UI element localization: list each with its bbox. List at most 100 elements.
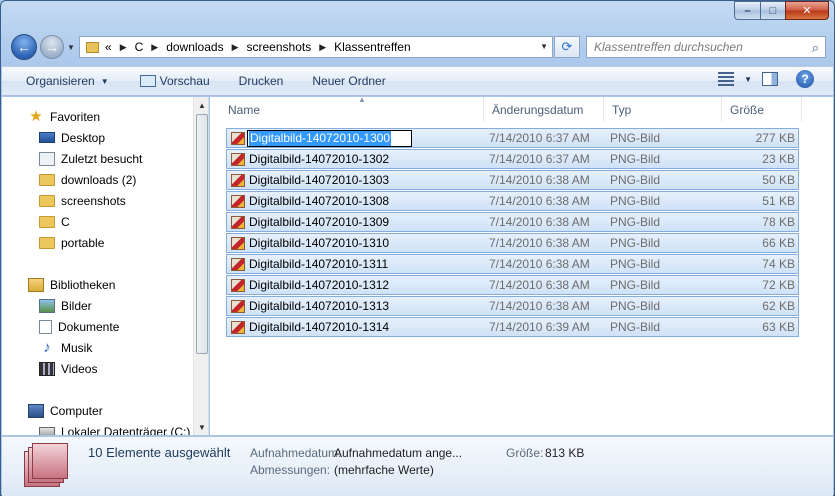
address-bar[interactable]: « ▶ C ▶ downloads ▶ screenshots ▶ Klasse…: [79, 36, 553, 58]
nav-item-pictures[interactable]: Bilder: [39, 295, 92, 316]
file-row[interactable]: Digitalbild-14072010-1312 7/14/2010 6:38…: [226, 275, 799, 295]
file-date: 7/14/2010 6:38 AM: [489, 278, 590, 292]
chevron-right-icon[interactable]: ▶: [319, 42, 326, 53]
nav-item-label: Lokaler Datenträger (C:): [61, 424, 191, 436]
breadcrumb-screenshots[interactable]: screenshots: [247, 40, 312, 54]
chevron-right-icon[interactable]: ▶: [120, 42, 127, 53]
view-options-icon[interactable]: [718, 72, 735, 86]
search-input[interactable]: Klassentreffen durchsuchen ⌕: [586, 36, 826, 58]
file-row[interactable]: Digitalbild-14072010-1309 7/14/2010 6:38…: [226, 212, 799, 232]
file-row[interactable]: Digitalbild-14072010-1303 7/14/2010 6:38…: [226, 170, 799, 190]
organize-label: Organisieren: [26, 74, 95, 88]
nav-item-local-disk[interactable]: Lokaler Datenträger (C:): [39, 421, 190, 435]
nav-item-videos[interactable]: Videos: [39, 358, 97, 379]
column-size-label: Größe: [730, 102, 765, 117]
nav-libraries[interactable]: Bibliotheken: [28, 274, 115, 295]
chevron-right-icon[interactable]: ▶: [151, 42, 158, 53]
file-size: 277 KB: [755, 131, 795, 145]
file-row[interactable]: Digitalbild-14072010-1300 7/14/2010 6:37…: [226, 128, 799, 148]
nav-favorites[interactable]: ★ Favoriten: [28, 106, 100, 127]
file-type: PNG-Bild: [610, 215, 661, 229]
file-type: PNG-Bild: [610, 236, 661, 250]
help-icon[interactable]: ?: [796, 70, 814, 88]
chevron-right-icon[interactable]: ▶: [232, 42, 239, 53]
column-header-size[interactable]: Größe: [722, 97, 802, 122]
nav-item-desktop[interactable]: Desktop: [39, 127, 105, 148]
nav-item-music[interactable]: ♪ Musik: [39, 337, 92, 358]
new-folder-label: Neuer Ordner: [312, 74, 386, 88]
file-name: Digitalbild-14072010-1309: [249, 215, 390, 229]
preview-button[interactable]: Vorschau: [118, 70, 219, 92]
column-header-date[interactable]: Änderungsdatum: [484, 97, 604, 122]
folder-icon: [39, 194, 55, 207]
file-row[interactable]: Digitalbild-14072010-1311 7/14/2010 6:38…: [226, 254, 799, 274]
column-header-name[interactable]: Name ▲: [220, 97, 484, 122]
file-size: 23 KB: [762, 152, 795, 166]
column-date-label: Änderungsdatum: [492, 102, 584, 117]
music-note-icon: ♪: [43, 338, 51, 356]
nav-item-recent[interactable]: Zuletzt besucht: [39, 148, 142, 169]
print-button[interactable]: Drucken: [219, 70, 293, 92]
file-size: 50 KB: [762, 173, 795, 187]
file-row[interactable]: Digitalbild-14072010-1313 7/14/2010 6:38…: [226, 296, 799, 316]
dimensions-label: Abmessungen:: [250, 463, 331, 477]
view-dropdown-icon[interactable]: ▼: [744, 75, 752, 84]
nav-item-label: Videos: [61, 361, 98, 376]
file-date: 7/14/2010 6:38 AM: [489, 257, 590, 271]
column-name-label: Name: [228, 102, 261, 117]
file-size: 51 KB: [762, 194, 795, 208]
file-list: Name ▲ Änderungsdatum Typ Größe Digitalb…: [210, 97, 833, 435]
nav-item-downloads[interactable]: downloads (2): [39, 169, 136, 190]
back-button[interactable]: ←: [11, 34, 37, 60]
nav-item-c[interactable]: C: [39, 211, 70, 232]
file-date: 7/14/2010 6:38 AM: [489, 173, 590, 187]
address-dropdown-icon[interactable]: ▼: [540, 42, 548, 51]
file-name: Digitalbild-14072010-1313: [249, 299, 390, 313]
nav-item-portable[interactable]: portable: [39, 232, 104, 253]
star-icon: ★: [29, 107, 43, 125]
maximize-button[interactable]: □: [760, 1, 785, 20]
organize-button[interactable]: Organisieren ▼: [2, 70, 118, 92]
file-size: 74 KB: [762, 257, 795, 271]
preview-pane-icon[interactable]: [762, 72, 778, 86]
breadcrumb-downloads[interactable]: downloads: [166, 40, 223, 54]
command-bar: Organisieren ▼ Vorschau Drucken Neuer Or…: [2, 66, 833, 96]
explorer-window: – □ ✕ ← → ▼ « ▶ C ▶ downloads ▶ screensh…: [0, 0, 835, 496]
scroll-up-icon[interactable]: ▲: [194, 97, 208, 113]
recent-places-icon: [39, 151, 55, 166]
date-taken-value[interactable]: Aufnahmedatum ange...: [334, 446, 462, 460]
minimize-button[interactable]: –: [734, 1, 760, 20]
file-row[interactable]: Digitalbild-14072010-1310 7/14/2010 6:38…: [226, 233, 799, 253]
navigation-pane: ★ Favoriten Desktop Zuletzt besucht down…: [2, 97, 209, 435]
file-row[interactable]: Digitalbild-14072010-1308 7/14/2010 6:38…: [226, 191, 799, 211]
address-row: ← → ▼ « ▶ C ▶ downloads ▶ screenshots ▶ …: [1, 32, 834, 62]
nav-item-label: Musik: [61, 340, 93, 355]
recent-pages-dropdown[interactable]: ▼: [67, 43, 75, 52]
breadcrumb-klassentreffen[interactable]: Klassentreffen: [334, 40, 411, 54]
hard-drive-icon: [39, 427, 55, 435]
breadcrumb-overflow[interactable]: «: [105, 40, 112, 54]
scrollbar-thumb[interactable]: [196, 114, 208, 354]
nav-item-screenshots[interactable]: screenshots: [39, 190, 126, 211]
file-name: Digitalbild-14072010-1310: [249, 236, 390, 250]
refresh-button[interactable]: ⟳: [554, 36, 580, 58]
close-button[interactable]: ✕: [785, 1, 829, 20]
search-icon[interactable]: ⌕: [812, 40, 819, 56]
nav-item-label: C: [61, 214, 70, 229]
nav-item-documents[interactable]: Dokumente: [39, 316, 119, 337]
new-folder-button[interactable]: Neuer Ordner: [292, 70, 394, 92]
details-pane: 10 Elemente ausgewählt Aufnahmedatum: Au…: [2, 436, 833, 496]
toolbar-right: ▼ ?: [718, 70, 833, 88]
scroll-down-icon[interactable]: ▼: [194, 419, 208, 435]
nav-scrollbar[interactable]: ▲ ▼: [193, 97, 208, 435]
breadcrumb-c[interactable]: C: [135, 40, 144, 54]
file-row[interactable]: Digitalbild-14072010-1314 7/14/2010 6:39…: [226, 317, 799, 337]
file-size: 63 KB: [762, 320, 795, 334]
png-image-icon: [231, 216, 245, 229]
file-size: 72 KB: [762, 278, 795, 292]
column-header-type[interactable]: Typ: [604, 97, 722, 122]
file-row[interactable]: Digitalbild-14072010-1302 7/14/2010 6:37…: [226, 149, 799, 169]
nav-computer[interactable]: Computer: [28, 400, 103, 421]
rename-input[interactable]: Digitalbild-14072010-1300: [247, 130, 412, 147]
forward-button[interactable]: →: [40, 35, 64, 59]
